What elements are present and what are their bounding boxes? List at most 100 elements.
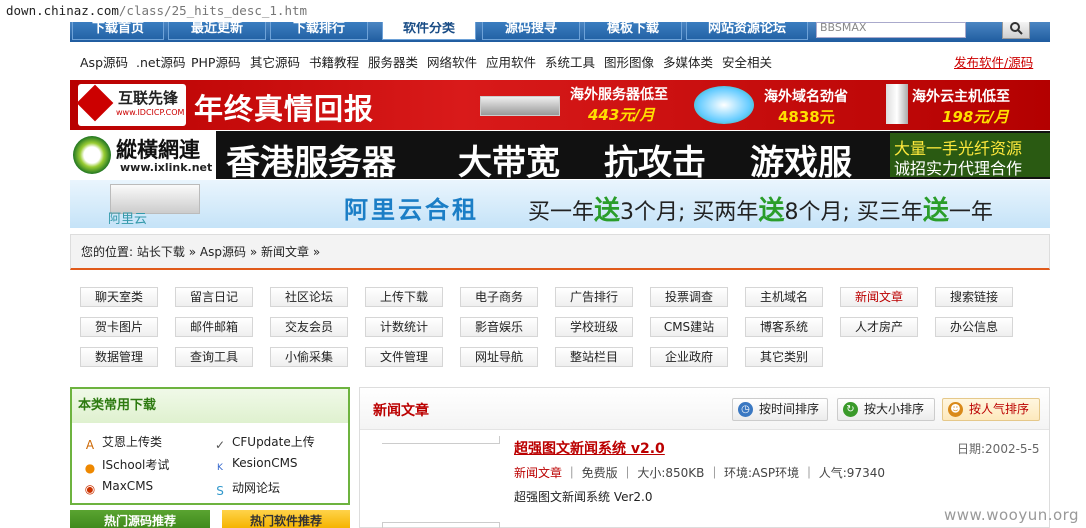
category-item[interactable]: 网址导航 <box>460 347 538 367</box>
top-nav: 下载首页 最近更新 下载排行 软件分类 源码搜寻 模板下载 网站资源论坛 BBS… <box>70 22 1050 42</box>
category-item[interactable]: 博客系统 <box>745 317 823 337</box>
category-item[interactable]: 邮件邮箱 <box>175 317 253 337</box>
search-button[interactable] <box>1002 22 1030 39</box>
category-item[interactable]: 文件管理 <box>365 347 443 367</box>
subnav-network[interactable]: 网络软件 <box>427 52 477 71</box>
category-item[interactable]: 影音娱乐 <box>460 317 538 337</box>
banner-idcicp[interactable]: 互联先锋 www.IDCICP.COM 年终真情回报 海外服务器低至 443元/… <box>70 80 1050 130</box>
category-item[interactable]: 办公信息 <box>935 317 1013 337</box>
download-item[interactable]: ✓ CFUpdate上传 <box>212 433 315 452</box>
size-icon: ↻ <box>843 402 858 417</box>
download-item[interactable]: S 动网论坛 <box>212 479 280 498</box>
subnav-graphics[interactable]: 图形图像 <box>604 52 654 71</box>
breadcrumb: 您的位置: 站长下载 » Asp源码 » 新闻文章 » <box>70 234 1050 270</box>
address-path: /class/25_hits_desc_1.htm <box>118 3 308 18</box>
download-item[interactable]: ◉ MaxCMS <box>82 479 153 496</box>
panel-title: 本类常用下载 <box>72 389 348 423</box>
crumb-asp[interactable]: Asp源码 <box>200 245 246 259</box>
tab-ranking[interactable]: 下载排行 <box>270 22 368 40</box>
item-meta: 新闻文章 ｜ 免费版 ｜ 大小:850KB ｜ 环境:ASP环境 ｜ 人气:97… <box>514 466 885 480</box>
tab-forum[interactable]: 网站资源论坛 <box>686 22 808 40</box>
category-item[interactable]: CMS建站 <box>650 317 728 337</box>
category-item[interactable]: 人才房产 <box>840 317 918 337</box>
category-item[interactable]: 整站栏目 <box>555 347 633 367</box>
tab-home[interactable]: 下载首页 <box>72 22 164 40</box>
tab-source-search[interactable]: 源码搜寻 <box>482 22 580 40</box>
subnav-system[interactable]: 系统工具 <box>545 52 595 71</box>
tab-hot-source[interactable]: 热门源码推荐 <box>70 510 210 528</box>
common-downloads-panel: 本类常用下载 A 艾恩上传类 ✓ CFUpdate上传 ● ISchool考试 K Ke… <box>70 387 350 505</box>
category-item[interactable]: 计数统计 <box>365 317 443 337</box>
subnav-books[interactable]: 书籍教程 <box>309 52 359 71</box>
category-item[interactable]: 留言日记 <box>175 287 253 307</box>
people-icon: ☻ <box>948 402 963 417</box>
download-item[interactable]: ● ISchool考试 <box>82 456 170 475</box>
search-input[interactable]: BBSMAX <box>816 22 966 38</box>
publish-link[interactable]: 发布软件/源码 <box>954 52 1033 71</box>
item-description: 超强图文新闻系统 Ver2.0 <box>514 490 653 504</box>
category-item[interactable]: 交友会员 <box>270 317 348 337</box>
download-item[interactable]: A 艾恩上传类 <box>82 433 162 452</box>
category-item[interactable]: 其它类别 <box>745 347 823 367</box>
banner-aliyun[interactable]: 阿里云 阿里云合租 买一年送3个月; 买两年送8个月; 买三年送一年 <box>70 180 1050 228</box>
logo-diamond-icon <box>76 84 114 122</box>
category-item[interactable]: 社区论坛 <box>270 287 348 307</box>
clock-icon: ◷ <box>738 402 753 417</box>
cloud-server-image <box>886 84 908 124</box>
category-item[interactable]: 投票调查 <box>650 287 728 307</box>
download-item[interactable]: K KesionCMS <box>212 456 298 475</box>
category-item[interactable]: 数据管理 <box>80 347 158 367</box>
subnav-multimedia[interactable]: 多媒体类 <box>663 52 713 71</box>
sort-by-popularity-button[interactable]: ☻ 按人气排序 <box>942 398 1040 421</box>
maxcms-icon: ◉ <box>84 482 96 496</box>
category-item[interactable]: 搜索链接 <box>935 287 1013 307</box>
category-item[interactable]: 广告排行 <box>555 287 633 307</box>
cfupdate-icon: ✓ <box>214 438 226 452</box>
address-bar[interactable]: down.chinaz.com/class/25_hits_desc_1.htm <box>0 0 1086 22</box>
server-rack-image <box>480 96 560 116</box>
hot-tabs: 热门源码推荐 热门软件推荐 <box>70 510 350 528</box>
subnav-other-source[interactable]: 其它源码 <box>250 52 300 71</box>
ixlink-logo: 縱橫網連 www.ixlink.net <box>70 131 216 179</box>
listing-header: 新闻文章 ◷ 按时间排序 ↻ 按大小排序 ☻ 按人气排序 <box>360 388 1049 430</box>
idcicp-logo: 互联先锋 www.IDCICP.COM <box>76 84 186 126</box>
tab-categories[interactable]: 软件分类 <box>382 22 476 40</box>
tab-templates[interactable]: 模板下载 <box>584 22 682 40</box>
subnav-asp[interactable]: Asp源码 <box>80 52 128 71</box>
kesion-icon: K <box>217 463 223 473</box>
category-item[interactable]: 小偷采集 <box>270 347 348 367</box>
item-category-link[interactable]: 新闻文章 <box>514 466 562 480</box>
crumb-root[interactable]: 站长下载 <box>137 245 185 259</box>
tab-recent[interactable]: 最近更新 <box>168 22 266 40</box>
item-thumbnail[interactable] <box>382 436 500 444</box>
crumb-news[interactable]: 新闻文章 <box>261 245 309 259</box>
category-item[interactable]: 新闻文章 <box>840 287 918 307</box>
item-name-link[interactable]: 超强图文新闻系统 v2.0 <box>514 438 665 458</box>
category-item[interactable]: 贺卡图片 <box>80 317 158 337</box>
category-item[interactable]: 企业政府 <box>650 347 728 367</box>
address-host: down.chinaz.com <box>6 3 119 18</box>
subnav-apps[interactable]: 应用软件 <box>486 52 536 71</box>
category-item[interactable]: 主机域名 <box>745 287 823 307</box>
tab-hot-software[interactable]: 热门软件推荐 <box>222 510 350 528</box>
sort-by-time-button[interactable]: ◷ 按时间排序 <box>732 398 828 421</box>
category-item[interactable]: 查询工具 <box>175 347 253 367</box>
category-grid: 聊天室类 留言日记 社区论坛 上传下载 电子商务 广告排行 投票调查 主机域名 新闻文章 搜索链接… <box>70 278 1050 376</box>
next-item-thumbnail[interactable] <box>382 522 500 528</box>
category-item[interactable]: 电子商务 <box>460 287 538 307</box>
upload-icon: A <box>85 438 95 452</box>
subnav-security[interactable]: 安全相关 <box>722 52 772 71</box>
category-item[interactable]: 上传下载 <box>365 287 443 307</box>
subnav-php[interactable]: PHP源码 <box>191 52 240 71</box>
ixlink-promo-box: 大量一手光纤资源 诚招实力代理合作 <box>890 133 1050 178</box>
sort-by-size-button[interactable]: ↻ 按大小排序 <box>837 398 935 421</box>
sub-nav: Asp源码 .net源码 PHP源码 其它源码 书籍教程 服务器类 网络软件 应… <box>70 44 1050 74</box>
category-item[interactable]: 学校班级 <box>555 317 633 337</box>
subnav-net[interactable]: .net源码 <box>136 52 186 71</box>
subnav-server[interactable]: 服务器类 <box>368 52 418 71</box>
category-item[interactable]: 聊天室类 <box>80 287 158 307</box>
globe-ie-icon <box>694 86 754 124</box>
listing-title: 新闻文章 <box>373 403 429 419</box>
school-icon: ● <box>84 461 96 475</box>
banner-ixlink[interactable]: 縱橫網連 www.ixlink.net 香港服务器 大带宽 抗攻击 游戏服 大量… <box>70 131 1050 179</box>
